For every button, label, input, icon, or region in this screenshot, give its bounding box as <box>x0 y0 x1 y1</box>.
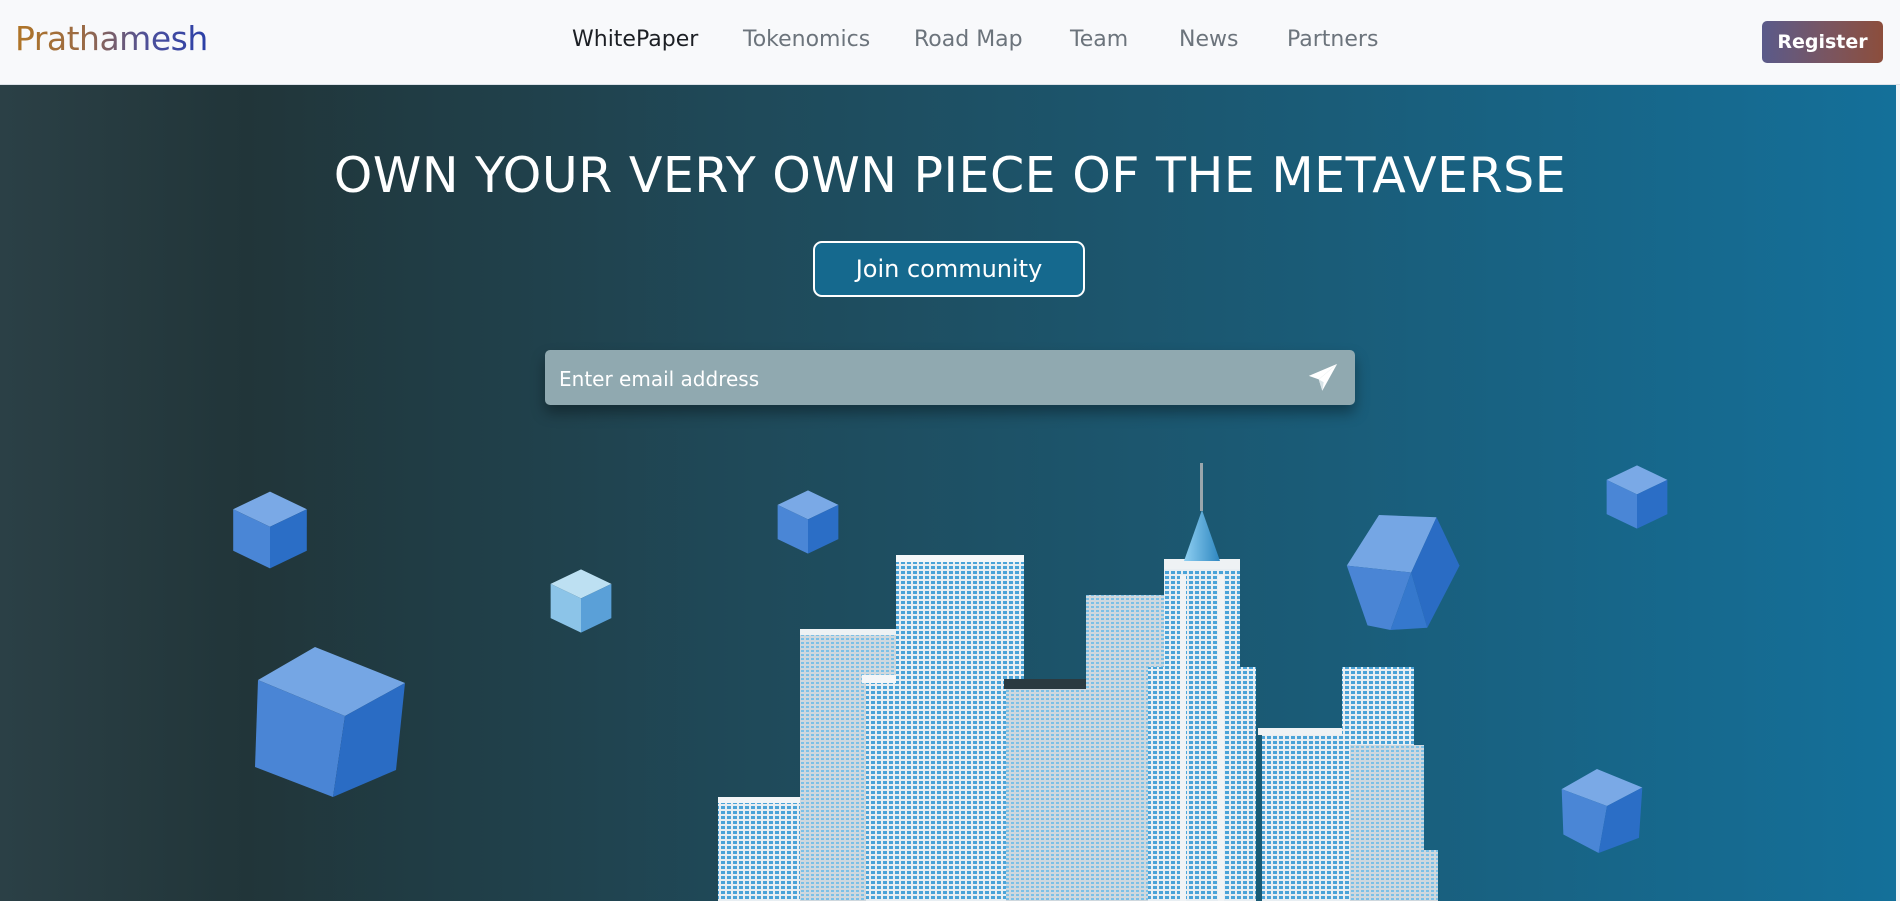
city-skyline-illustration <box>718 463 1438 901</box>
register-button[interactable]: Register <box>1762 21 1883 63</box>
nav-item-road-map[interactable]: Road Map <box>914 27 1023 52</box>
brand-logo[interactable]: Prathamesh <box>15 19 208 58</box>
nav-item-whitepaper[interactable]: WhitePaper <box>572 27 698 52</box>
nav-item-news[interactable]: News <box>1179 27 1238 52</box>
nav-item-tokenomics[interactable]: Tokenomics <box>743 27 870 52</box>
hero-section: OWN YOUR VERY OWN PIECE OF THE METAVERSE… <box>0 85 1900 901</box>
nav-item-partners[interactable]: Partners <box>1287 27 1378 52</box>
nav-item-team[interactable]: Team <box>1070 27 1128 52</box>
top-navbar: Prathamesh WhitePaper Tokenomics Road Ma… <box>0 0 1900 85</box>
